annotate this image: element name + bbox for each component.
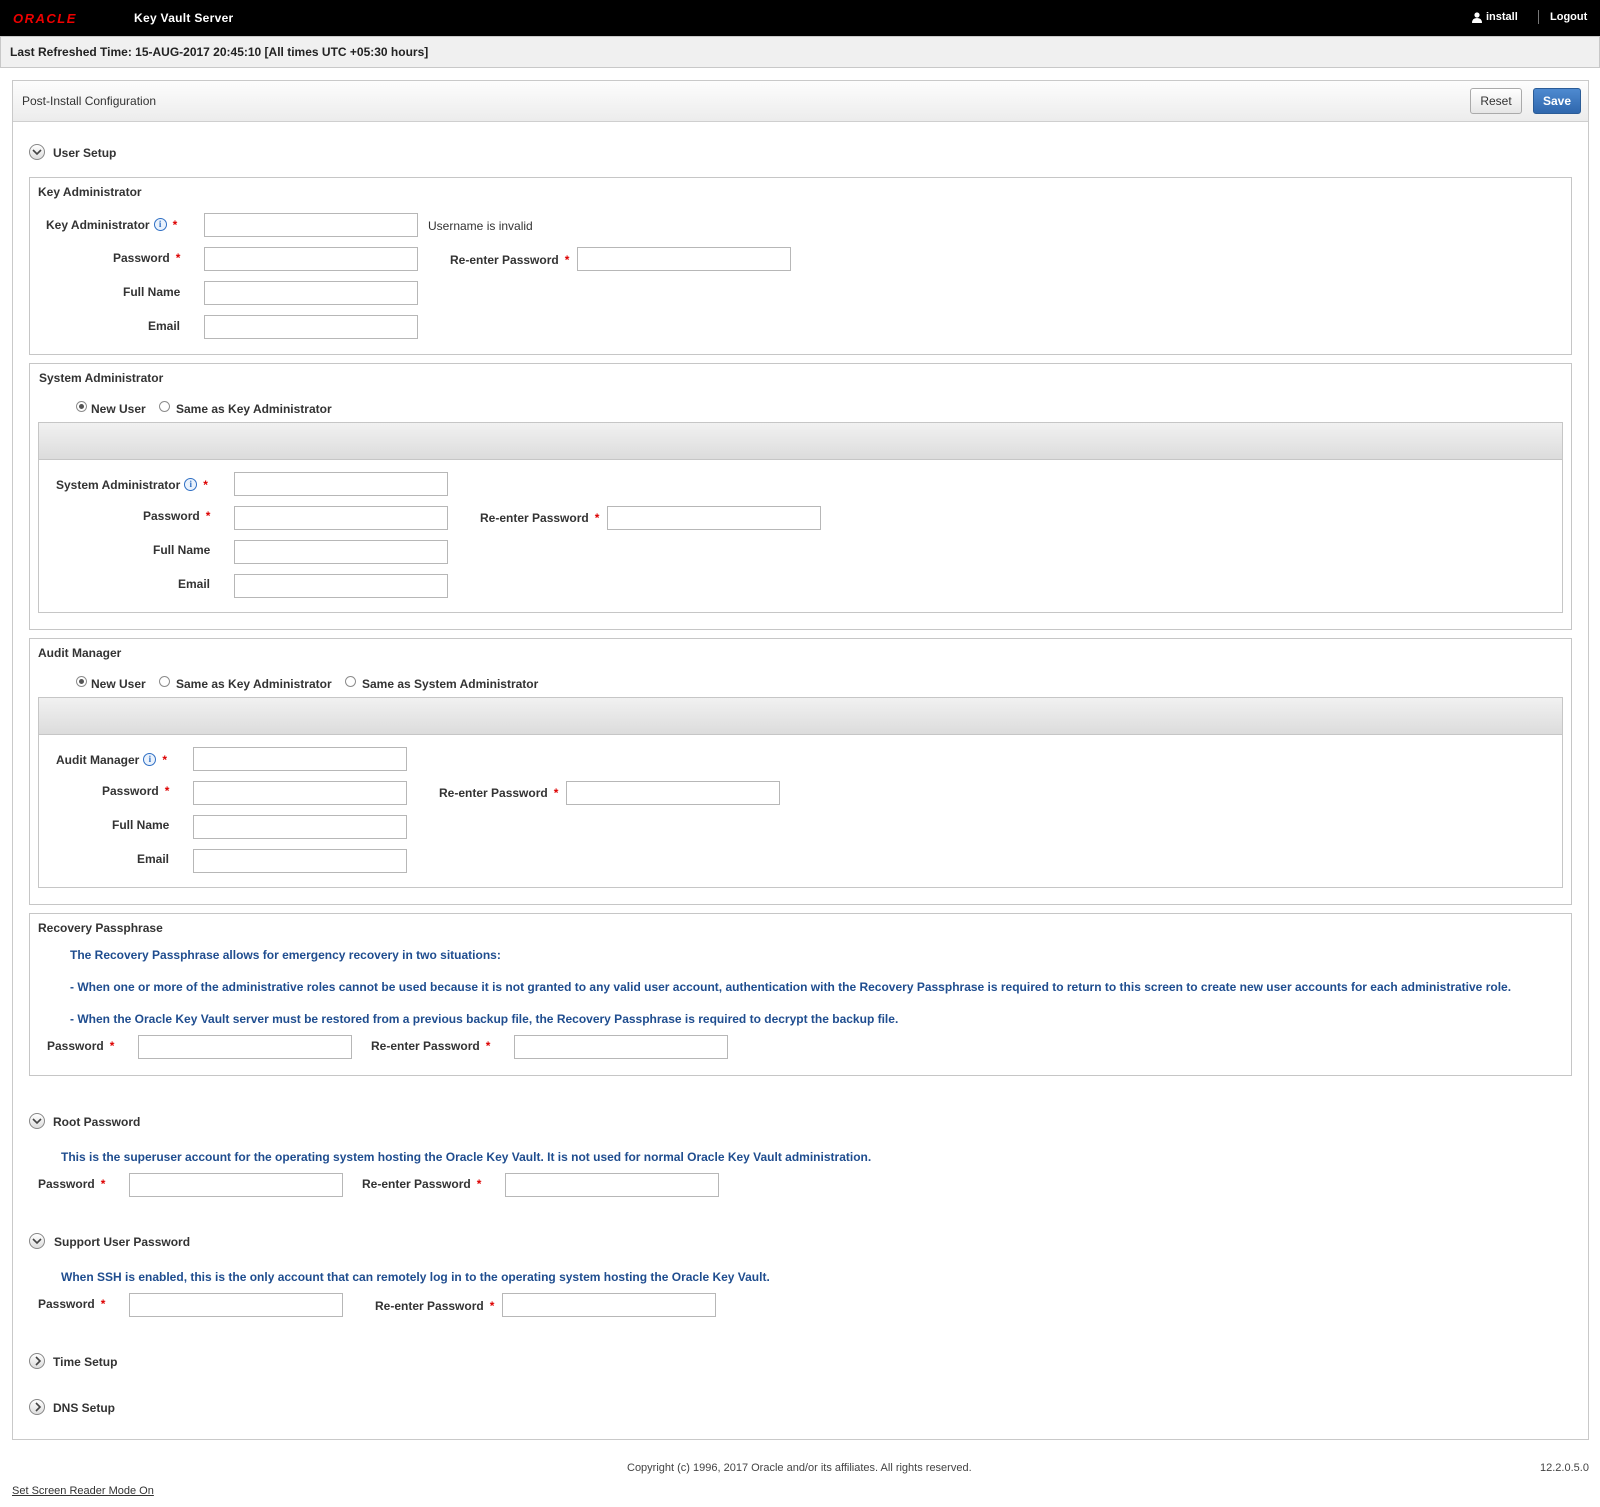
- sys-admin-same-key-radio[interactable]: [159, 401, 170, 412]
- panel-title: Post-Install Configuration: [22, 94, 157, 108]
- audit-email-input[interactable]: [193, 849, 407, 873]
- audit-same-sys-radio[interactable]: [345, 676, 356, 687]
- collapse-support-password[interactable]: [29, 1233, 45, 1249]
- audit-fullname-input[interactable]: [193, 815, 407, 839]
- collapse-root-password[interactable]: [29, 1113, 45, 1129]
- audit-new-user-radio[interactable]: [76, 676, 87, 687]
- key-admin-username-input[interactable]: [204, 213, 418, 237]
- key-admin-password-label: Password *: [113, 251, 181, 265]
- recovery-note-backup: - When the Oracle Key Vault server must …: [70, 1012, 899, 1026]
- audit-password-input[interactable]: [193, 781, 407, 805]
- sys-admin-password-label: Password *: [143, 509, 211, 523]
- audit-email-label: Email: [137, 852, 170, 866]
- support-reenter-label: Re-enter Password *: [375, 1299, 495, 1313]
- dns-setup-heading[interactable]: DNS Setup: [53, 1401, 115, 1415]
- sys-admin-new-user-radio[interactable]: [76, 401, 87, 412]
- recovery-note-intro: The Recovery Passphrase allows for emerg…: [70, 948, 501, 962]
- sys-admin-title: System Administrator: [39, 371, 164, 385]
- support-password-label: Password *: [38, 1297, 106, 1311]
- oracle-logo: ORACLE: [13, 11, 77, 26]
- user-menu[interactable]: install: [1472, 11, 1518, 23]
- key-admin-email-input[interactable]: [204, 315, 418, 339]
- user-setup-heading: User Setup: [53, 146, 117, 160]
- sys-admin-username-input[interactable]: [234, 472, 448, 496]
- sys-admin-fullname-input[interactable]: [234, 540, 448, 564]
- info-icon[interactable]: i: [153, 218, 167, 231]
- audit-same-key-radio[interactable]: [159, 676, 170, 687]
- support-reenter-input[interactable]: [502, 1293, 716, 1317]
- recovery-reenter-label: Re-enter Password *: [371, 1039, 491, 1053]
- audit-manager-label: Audit Manager i *: [56, 753, 168, 767]
- audit-new-user-label: New User: [91, 677, 146, 691]
- expand-dns-setup[interactable]: [29, 1399, 45, 1415]
- audit-username-input[interactable]: [193, 747, 407, 771]
- sys-admin-new-user-label: New User: [91, 402, 146, 416]
- save-button[interactable]: Save: [1533, 88, 1581, 114]
- key-admin-label: Key Administrator i *: [46, 218, 178, 232]
- audit-same-sys-label: Same as System Administrator: [362, 677, 539, 691]
- reset-button[interactable]: Reset: [1470, 88, 1522, 114]
- collapse-user-setup[interactable]: [29, 144, 45, 160]
- divider: [1538, 10, 1539, 24]
- sys-admin-same-key-label: Same as Key Administrator: [176, 402, 332, 416]
- logout-link[interactable]: Logout: [1550, 11, 1587, 23]
- key-admin-fullname-input[interactable]: [204, 281, 418, 305]
- key-admin-password-input[interactable]: [204, 247, 418, 271]
- sys-admin-email-input[interactable]: [234, 574, 448, 598]
- sys-admin-form-bar: [39, 423, 1562, 460]
- chevron-down-icon: [32, 149, 42, 156]
- support-password-heading: Support User Password: [54, 1235, 191, 1249]
- chevron-down-icon: [32, 1118, 42, 1125]
- sys-admin-password-input[interactable]: [234, 506, 448, 530]
- root-password-input[interactable]: [129, 1173, 343, 1197]
- root-password-label: Password *: [38, 1177, 106, 1191]
- audit-manager-title: Audit Manager: [38, 646, 122, 660]
- root-password-heading: Root Password: [53, 1115, 141, 1129]
- app-title: Key Vault Server: [134, 11, 234, 25]
- chevron-right-icon: [35, 1402, 42, 1412]
- sys-admin-email-label: Email: [178, 577, 211, 591]
- recovery-note-roles: - When one or more of the administrative…: [70, 980, 1512, 994]
- audit-fullname-label: Full Name: [112, 818, 170, 832]
- chevron-down-icon: [32, 1238, 42, 1245]
- key-admin-email-label: Email: [148, 319, 181, 333]
- info-icon[interactable]: i: [143, 753, 157, 766]
- user-icon: [1472, 12, 1482, 23]
- audit-same-key-label: Same as Key Administrator: [176, 677, 332, 691]
- copyright-text: Copyright (c) 1996, 2017 Oracle and/or i…: [627, 1462, 972, 1474]
- recovery-title: Recovery Passphrase: [38, 921, 163, 935]
- support-note: When SSH is enabled, this is the only ac…: [61, 1270, 770, 1284]
- refresh-bar: Last Refreshed Time: 15-AUG-2017 20:45:1…: [0, 36, 1600, 68]
- chevron-right-icon: [35, 1356, 42, 1366]
- recovery-password-label: Password *: [47, 1039, 115, 1053]
- top-bar: ORACLE Key Vault Server install Logout: [0, 0, 1600, 36]
- panel-header: Post-Install Configuration Reset Save: [13, 81, 1588, 122]
- screen-reader-link[interactable]: Set Screen Reader Mode On: [12, 1485, 154, 1497]
- root-reenter-label: Re-enter Password *: [362, 1177, 482, 1191]
- version-text: 12.2.0.5.0: [1540, 1462, 1589, 1474]
- root-reenter-input[interactable]: [505, 1173, 719, 1197]
- root-note: This is the superuser account for the op…: [61, 1150, 872, 1164]
- last-refreshed-text: Last Refreshed Time: 15-AUG-2017 20:45:1…: [10, 45, 429, 59]
- audit-reenter-label: Re-enter Password *: [439, 786, 559, 800]
- recovery-reenter-input[interactable]: [514, 1035, 728, 1059]
- time-setup-heading[interactable]: Time Setup: [53, 1355, 117, 1369]
- username-error: Username is invalid: [428, 219, 533, 233]
- sys-admin-label: System Administrator i *: [56, 478, 208, 492]
- audit-form-bar: [39, 698, 1562, 735]
- audit-password-label: Password *: [102, 784, 170, 798]
- audit-reenter-input[interactable]: [566, 781, 780, 805]
- sys-admin-fullname-label: Full Name: [153, 543, 211, 557]
- recovery-password-input[interactable]: [138, 1035, 352, 1059]
- key-admin-fullname-label: Full Name: [123, 285, 181, 299]
- key-admin-title: Key Administrator: [38, 185, 142, 199]
- user-name: install: [1486, 11, 1518, 23]
- info-icon[interactable]: i: [184, 478, 198, 491]
- sys-admin-reenter-input[interactable]: [607, 506, 821, 530]
- key-admin-reenter-input[interactable]: [577, 247, 791, 271]
- sys-admin-reenter-label: Re-enter Password *: [480, 511, 600, 525]
- support-password-input[interactable]: [129, 1293, 343, 1317]
- key-admin-reenter-label: Re-enter Password *: [450, 253, 570, 267]
- expand-time-setup[interactable]: [29, 1353, 45, 1369]
